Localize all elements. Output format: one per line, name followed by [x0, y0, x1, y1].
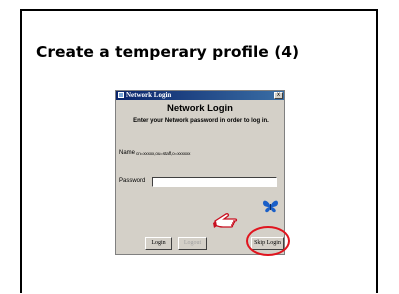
password-label: Password — [119, 178, 146, 184]
dialog-titlebar-text: Network Login — [126, 91, 172, 99]
name-value: cn=xxxxx,ou=staff,o=xxxxxx — [136, 151, 191, 156]
butterfly-icon — [263, 200, 278, 213]
pointing-hand-icon — [213, 213, 238, 228]
logout-button[interactable]: Logout — [178, 237, 207, 250]
dialog-heading: Network Login — [167, 103, 233, 114]
slide-title: Create a temperary profile (4) — [36, 43, 300, 61]
highlight-circle — [246, 226, 290, 256]
app-icon — [118, 92, 124, 98]
close-button[interactable]: x — [274, 92, 283, 99]
name-label: Name — [119, 150, 136, 156]
dialog-instruction: Enter your Network password in order to … — [133, 118, 269, 124]
slide-frame: Create a temperary profile (4) Network L… — [20, 9, 378, 293]
password-input[interactable] — [152, 177, 277, 187]
login-button[interactable]: Login — [145, 237, 172, 250]
dialog-titlebar: Network Login x — [116, 91, 284, 100]
